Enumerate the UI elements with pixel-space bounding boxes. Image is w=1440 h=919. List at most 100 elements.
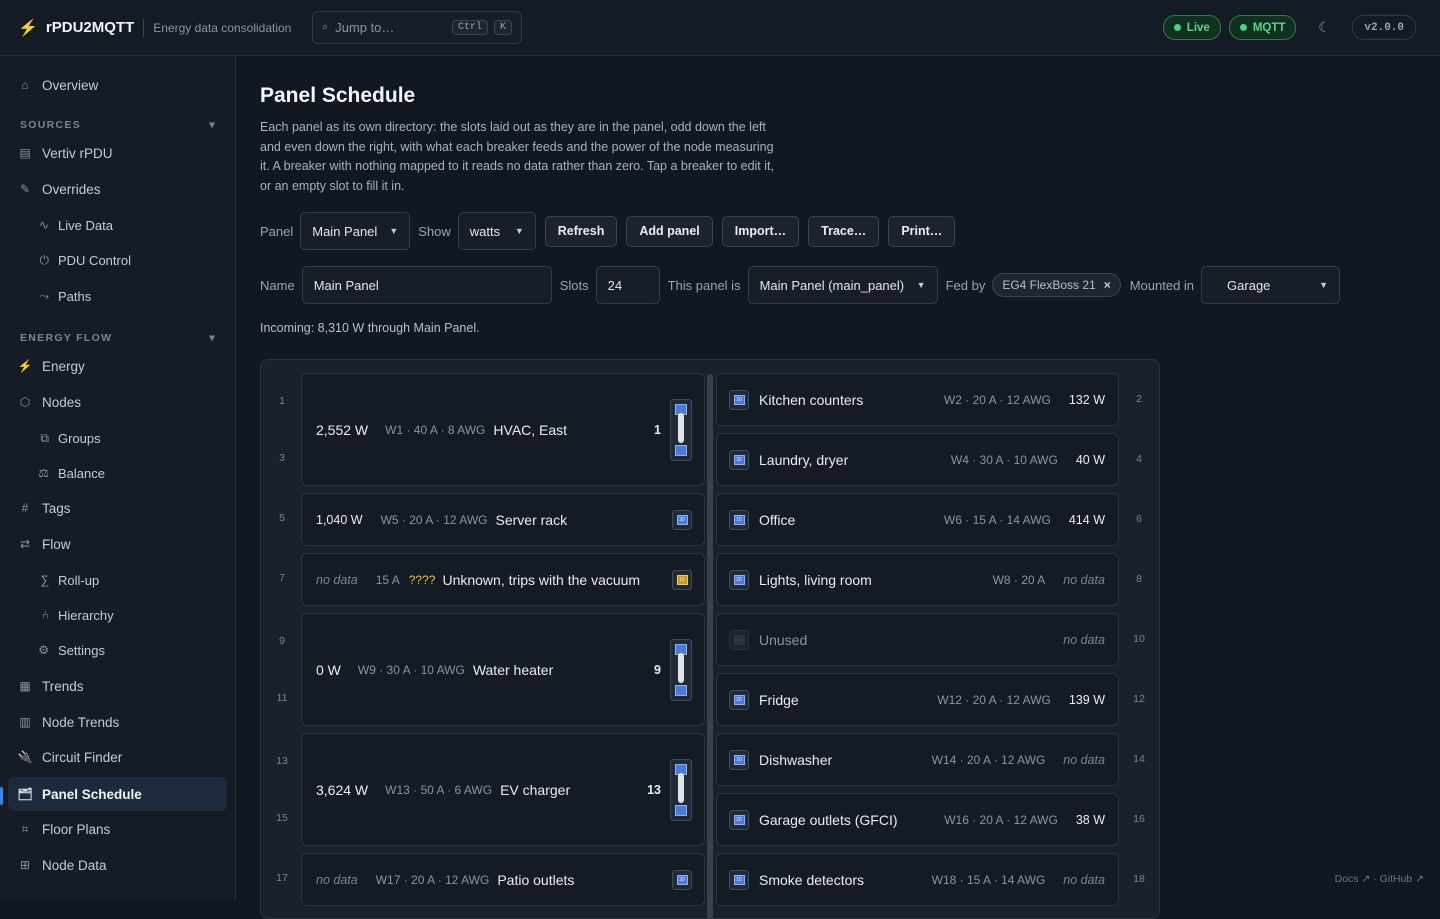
breaker-card-ev-charger[interactable]: 3,624 W W13 · 50 A · 6 AWG EV charger 13 <box>301 733 705 846</box>
breaker-card-unknown[interactable]: no data 15 A ???? Unknown, trips with th… <box>301 553 705 606</box>
breaker-icon[interactable]: 20 <box>672 869 692 890</box>
sidebar-item-overrides[interactable]: ✎ Overrides <box>8 172 227 206</box>
double-pole-breaker-icon[interactable] <box>670 758 692 821</box>
sidebar-item-node-trends[interactable]: ▥ Node Trends <box>8 705 227 739</box>
sidebar-item-roll-up[interactable]: ∑ Roll-up <box>8 563 227 597</box>
slot-number: 13 <box>276 755 288 767</box>
energy-flow-section-header[interactable]: ENERGY FLOW ▾ <box>20 332 216 344</box>
empty-slot-icon <box>729 629 749 650</box>
bolt-icon: ⚡ <box>18 19 38 37</box>
breaker-card-server-rack[interactable]: 1,040 W W5 · 20 A · 12 AWG Server rack 2… <box>301 493 705 546</box>
mqtt-status-badge[interactable]: MQTT <box>1228 15 1297 40</box>
breaker-icon[interactable]: 20 <box>672 509 692 530</box>
empty-slot-card[interactable]: Unused no data <box>716 613 1119 666</box>
breaker-card-lights-living-room[interactable]: 20 Lights, living room W8 · 20 A no data <box>716 553 1119 606</box>
breaker-icon[interactable]: 20 <box>729 689 749 710</box>
breaker-meta: W12 · 20 A · 12 AWG <box>937 692 1051 707</box>
footer-links[interactable]: Docs ↗ · GitHub ↗ <box>1335 873 1424 885</box>
sidebar-item-circuit-finder[interactable]: 🔌 Circuit Finder <box>8 740 227 774</box>
print-button[interactable]: Print… <box>888 215 956 247</box>
close-icon[interactable]: × <box>1104 278 1111 292</box>
double-pole-breaker-icon[interactable] <box>670 398 692 461</box>
this-panel-select[interactable]: Main Panel (main_panel) ▼ <box>747 266 938 304</box>
live-dot-icon <box>1173 24 1181 31</box>
gear-icon: ⚙ <box>38 643 49 657</box>
slot-number: 12 <box>1133 693 1145 705</box>
breaker-card-fridge[interactable]: 20 Fridge W12 · 20 A · 12 AWG 139 W <box>716 673 1119 726</box>
breaker-icon[interactable]: 15 <box>729 509 749 530</box>
caret-down-icon: ▼ <box>514 226 524 236</box>
breaker-name: Fridge <box>759 691 799 708</box>
sidebar-item-groups[interactable]: ⧉ Groups <box>8 421 227 455</box>
sidebar-item-settings[interactable]: ⚙ Settings <box>8 633 227 667</box>
breaker-name: Laundry, dryer <box>759 451 849 468</box>
breaker-card-kitchen-counters[interactable]: 20 Kitchen counters W2 · 20 A · 12 AWG 1… <box>716 373 1119 426</box>
sidebar-item-vertiv[interactable]: ▤ Vertiv rPDU <box>8 136 227 170</box>
sidebar-item-node-data[interactable]: ⊞ Node Data <box>8 848 227 882</box>
breaker-meta: W8 · 20 A <box>992 572 1046 587</box>
sidebar-item-floor-plans[interactable]: ⌗ Floor Plans <box>8 812 227 846</box>
panel-select[interactable]: Main Panel ▼ <box>300 212 411 250</box>
sidebar-item-panel-schedule[interactable]: 🗂 Panel Schedule <box>8 777 227 811</box>
breaker-name: Lights, living room <box>759 571 872 588</box>
slot-number: 6 <box>1136 513 1142 525</box>
sidebar-item-nodes[interactable]: ⬡ Nodes <box>8 385 227 419</box>
sidebar-item-trends[interactable]: ▦ Trends <box>8 669 227 703</box>
sidebar-item-label: Circuit Finder <box>42 749 123 765</box>
breaker-card-smoke-detectors[interactable]: 15 Smoke detectors W18 · 15 A · 14 AWG n… <box>716 853 1119 906</box>
breaker-watts: 132 W <box>1068 392 1105 407</box>
main-content: Panel Schedule Each panel as its own dir… <box>236 56 1440 919</box>
sources-section-header[interactable]: SOURCES ▾ <box>20 119 216 131</box>
brand[interactable]: ⚡ rPDU2MQTT Energy data consolidation <box>0 18 300 38</box>
wave-icon: ∿ <box>38 218 49 232</box>
breaker-card-patio-outlets[interactable]: no data W17 · 20 A · 12 AWG Patio outlet… <box>301 853 705 906</box>
sidebar-item-energy[interactable]: ⚡ Energy <box>8 349 227 383</box>
slot-number: 9 <box>279 635 285 647</box>
breaker-icon[interactable]: 30 <box>729 449 749 470</box>
breaker-watts: 3,624 W <box>316 781 369 798</box>
show-select[interactable]: watts ▼ <box>457 212 536 250</box>
sidebar-item-balance[interactable]: ⚖ Balance <box>8 456 227 490</box>
breaker-card-garage-outlets[interactable]: 20 Garage outlets (GFCI) W16 · 20 A · 12… <box>716 793 1119 846</box>
breaker-card-hvac[interactable]: 2,552 W W1 · 40 A · 8 AWG HVAC, East 1 <box>301 373 705 486</box>
trace-button[interactable]: Trace… <box>808 215 880 247</box>
slot-number: 11 <box>276 692 288 704</box>
breaker-card-water-heater[interactable]: 0 W W9 · 30 A · 10 AWG Water heater 9 <box>301 613 705 726</box>
breaker-icon[interactable]: 20 <box>729 389 749 410</box>
sidebar-item-live-data[interactable]: ∿ Live Data <box>8 208 227 242</box>
breaker-icon[interactable]: 15 <box>729 869 749 890</box>
breaker-card-dishwasher[interactable]: 20 Dishwasher W14 · 20 A · 12 AWG no dat… <box>716 733 1119 786</box>
jump-search[interactable]: ⌕ Jump to… Ctrl K <box>312 11 522 44</box>
sidebar-item-overview[interactable]: ⌂ Overview <box>8 68 227 102</box>
version-badge: v2.0.0 <box>1352 15 1416 40</box>
sidebar-item-hierarchy[interactable]: ⑃ Hierarchy <box>8 598 227 632</box>
sidebar-item-label: Energy <box>42 358 85 374</box>
breaker-warning-icon[interactable]: 15 <box>672 569 692 590</box>
sidebar-item-paths[interactable]: ⤳ Paths <box>8 279 227 313</box>
app-subtitle: Energy data consolidation <box>153 20 292 35</box>
active-indicator <box>0 787 3 805</box>
groups-icon: ⧉ <box>40 430 49 445</box>
breaker-icon[interactable]: 20 <box>729 749 749 770</box>
breaker-icon[interactable]: 20 <box>729 569 749 590</box>
breaker-watts: 40 W <box>1075 452 1105 467</box>
sidebar-item-flow[interactable]: ⇄ Flow <box>8 527 227 561</box>
sidebar-item-label: Balance <box>58 465 105 481</box>
theme-toggle-moon-icon[interactable]: ☾ <box>1304 19 1344 36</box>
breaker-card-office[interactable]: 15 Office W6 · 15 A · 14 AWG 414 W <box>716 493 1119 546</box>
fed-by-chip[interactable]: EG4 FlexBoss 21 × <box>992 273 1121 297</box>
breaker-card-laundry-dryer[interactable]: 30 Laundry, dryer W4 · 30 A · 10 AWG 40 … <box>716 433 1119 486</box>
name-input[interactable]: Main Panel <box>301 266 552 304</box>
double-pole-breaker-icon[interactable] <box>670 638 692 701</box>
slots-input[interactable]: 24 <box>595 266 660 304</box>
sidebar-item-label: Paths <box>58 288 92 304</box>
import-button[interactable]: Import… <box>721 215 800 247</box>
mounted-select[interactable]: Garage ▼ <box>1201 266 1341 304</box>
sidebar-item-pdu-control[interactable]: ⏻ PDU Control <box>8 243 227 277</box>
add-panel-button[interactable]: Add panel <box>626 215 713 247</box>
breaker-icon[interactable]: 20 <box>729 809 749 830</box>
slot-number: 3 <box>279 452 285 464</box>
sidebar-item-tags[interactable]: # Tags <box>8 491 227 525</box>
live-status-badge[interactable]: Live <box>1162 15 1221 40</box>
refresh-button[interactable]: Refresh <box>544 215 618 247</box>
